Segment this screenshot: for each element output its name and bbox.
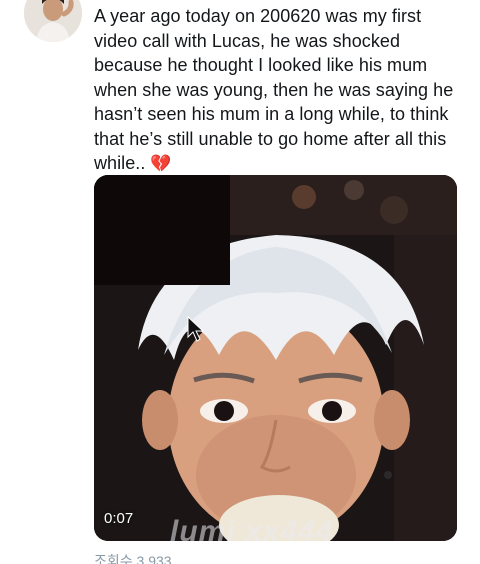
broken-heart-icon: 💔 xyxy=(150,154,172,173)
video-player[interactable]: 0:07 lumi xx444 xyxy=(94,175,457,541)
video-frame xyxy=(94,175,457,541)
tweet-text: A year ago today on 200620 was my first … xyxy=(94,4,466,177)
avatar[interactable] xyxy=(24,0,82,42)
tweet: A year ago today on 200620 was my first … xyxy=(0,0,480,564)
video-watermark: lumi xx444 xyxy=(170,515,334,541)
video-duration: 0:07 xyxy=(104,510,134,527)
view-count: 조회수 3,933 xyxy=(94,553,172,564)
tweet-body: A year ago today on 200620 was my first … xyxy=(94,6,454,173)
